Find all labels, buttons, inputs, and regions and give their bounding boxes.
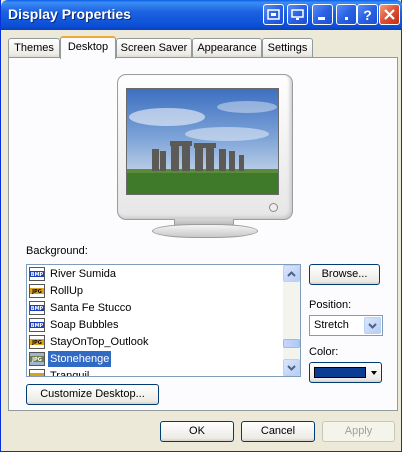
question-button[interactable]: ? [357, 4, 378, 25]
power-led [269, 203, 278, 212]
maximize-button[interactable] [336, 4, 357, 25]
svg-text:JPG: JPG [31, 357, 42, 363]
chevron-down-icon [368, 322, 377, 329]
monitor-button[interactable] [287, 4, 308, 25]
help-button[interactable] [263, 4, 284, 25]
scroll-down-button[interactable] [283, 359, 300, 376]
title-bar[interactable]: Display Properties ? [1, 0, 402, 30]
bmp-file-icon: BMP [29, 267, 45, 281]
jpg-file-icon: JPG [29, 352, 45, 366]
position-value: Stretch [314, 319, 349, 331]
close-icon [384, 9, 395, 20]
cancel-button[interactable]: Cancel [241, 421, 315, 442]
ok-button[interactable]: OK [160, 421, 234, 442]
apply-button[interactable]: Apply [322, 421, 395, 442]
monitor-stand [152, 224, 258, 238]
tab-appearance[interactable]: Appearance [192, 38, 262, 58]
color-swatch [314, 367, 366, 378]
tab-strip: Themes Desktop Screen Saver Appearance S… [8, 36, 398, 59]
maximize-dot-icon [345, 17, 348, 20]
svg-text:BMP: BMP [31, 272, 44, 278]
dropdown-arrow-icon [371, 371, 377, 375]
question-icon: ? [363, 6, 372, 23]
svg-text:JPG: JPG [31, 289, 42, 295]
list-item-selected[interactable]: JPG Stonehenge [29, 351, 112, 367]
svg-text:BMP: BMP [31, 323, 44, 329]
tab-desktop[interactable]: Desktop [60, 36, 116, 59]
background-label: Background: [26, 245, 88, 257]
list-item[interactable]: BMP River Sumida [29, 266, 118, 282]
svg-text:BMP: BMP [31, 306, 44, 312]
stonehenge-image [127, 89, 278, 194]
list-item[interactable]: BMP Soap Bubbles [29, 317, 121, 333]
window-icon [267, 9, 280, 20]
monitor-icon [291, 9, 304, 20]
customize-desktop-button[interactable]: Customize Desktop... [26, 384, 159, 405]
bmp-file-icon: BMP [29, 301, 45, 315]
wallpaper-preview [126, 88, 279, 195]
bmp-file-icon: BMP [29, 318, 45, 332]
tab-settings[interactable]: Settings [262, 38, 313, 58]
list-item[interactable]: BMP Santa Fe Stucco [29, 300, 133, 316]
color-label: Color: [309, 346, 339, 358]
close-button[interactable] [379, 4, 400, 25]
list-item[interactable]: JPG RollUp [29, 283, 85, 299]
list-scrollbar[interactable] [283, 265, 300, 376]
window-title: Display Properties [8, 6, 131, 22]
monitor-preview [117, 74, 293, 220]
jpg-file-icon: JPG [29, 284, 45, 298]
chevron-down-icon [287, 364, 296, 371]
list-item[interactable]: JPG StayOnTop_Outlook [29, 334, 150, 350]
background-list[interactable]: BMP River Sumida JPG RollUp BMP Santa Fe… [26, 264, 301, 377]
tab-screen-saver[interactable]: Screen Saver [116, 38, 192, 58]
position-select[interactable]: Stretch [309, 315, 383, 336]
svg-text:JPG: JPG [31, 340, 42, 346]
position-label: Position: [309, 299, 352, 311]
minimize-button[interactable] [312, 4, 333, 25]
tab-themes[interactable]: Themes [8, 38, 60, 58]
color-picker-button[interactable] [309, 362, 382, 383]
desktop-panel: Background: BMP River Sumida JPG RollUp [8, 57, 398, 411]
chevron-up-icon [287, 270, 296, 277]
jpg-file-icon [29, 369, 45, 376]
minimize-icon [318, 17, 325, 20]
display-properties-window: Display Properties ? Themes Desktop Scre… [0, 0, 402, 452]
browse-button[interactable]: Browse... [309, 264, 380, 285]
jpg-file-icon: JPG [29, 335, 45, 349]
scroll-thumb[interactable] [283, 339, 300, 348]
position-dropdown-button[interactable] [364, 317, 381, 334]
scroll-up-button[interactable] [283, 265, 300, 282]
list-item[interactable]: Tranquil [29, 368, 91, 376]
